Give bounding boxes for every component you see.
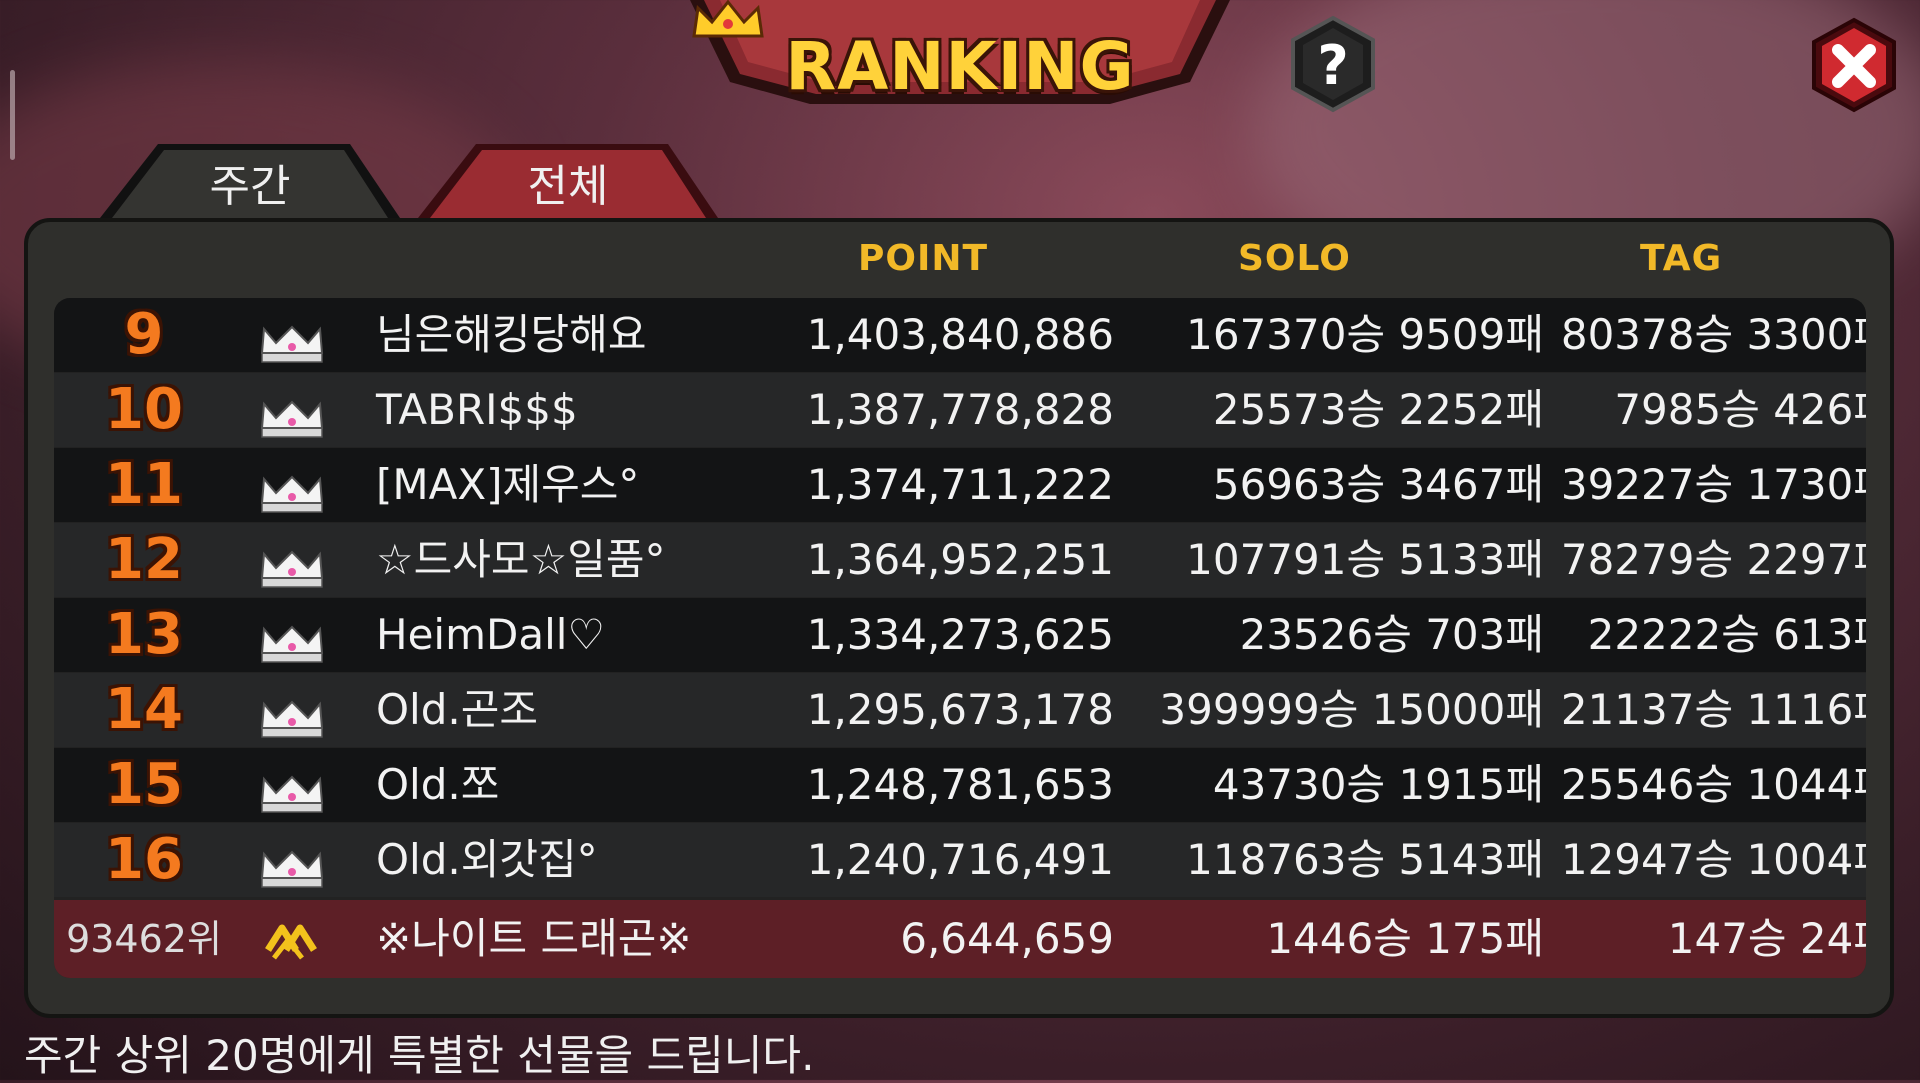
table-row[interactable]: 15 Old.쪼 1,248,781,653 43730승 1915패 25546승 1… xyxy=(54,748,1866,822)
player-point: 1,387,778,828 xyxy=(806,385,1114,434)
crown-icon xyxy=(252,764,332,813)
player-tag-record: 22222승 613패 xyxy=(1587,610,1866,659)
player-point: 1,374,711,222 xyxy=(806,460,1114,509)
rank-number: 10 xyxy=(105,377,183,442)
my-point: 6,644,659 xyxy=(900,914,1114,963)
table-row[interactable]: 13 HeimDall♡ 1,334,273,625 23526승 703패 22222… xyxy=(54,598,1866,672)
player-solo-record: 118763승 5143패 xyxy=(1186,835,1544,884)
my-rank: 93462위 xyxy=(66,917,222,961)
table-row[interactable]: 9 님은해킹당해요 1,403,840,886 167370승 9509패 80378승… xyxy=(54,298,1866,372)
my-rank-row[interactable]: 93462위 ※나이트 드래곤※ 6,644,659 1446승 175패 14… xyxy=(54,900,1866,978)
tab-all[interactable]: 전체 xyxy=(418,136,718,218)
ranking-list[interactable]: 9 님은해킹당해요 1,403,840,886 167370승 9509패 80378승… xyxy=(54,298,1866,978)
table-row[interactable]: 14 Old.곤조 1,295,673,178 399999승 15000패 21137… xyxy=(54,673,1866,747)
player-solo-record: 56963승 3467패 xyxy=(1212,460,1544,509)
column-header-solo: SOLO xyxy=(1238,238,1351,279)
player-name: Old.쪼 xyxy=(376,760,500,809)
tab-all-label: 전체 xyxy=(527,161,609,212)
player-solo-record: 25573승 2252패 xyxy=(1212,385,1544,434)
page-title: RANKING xyxy=(785,28,1135,105)
edge-indicator xyxy=(10,70,15,160)
rank-number: 12 xyxy=(105,527,183,592)
player-point: 1,334,273,625 xyxy=(806,610,1114,659)
rank-number: 11 xyxy=(105,452,183,517)
player-tag-record: 25546승 1044패 xyxy=(1560,760,1866,809)
crown-icon xyxy=(252,689,332,738)
player-tag-record: 39227승 1730패 xyxy=(1560,460,1866,509)
crown-icon xyxy=(252,314,332,363)
table-row[interactable]: 12 ☆드사모☆일품° 1,364,952,251 107791승 5133패 7827… xyxy=(54,523,1866,597)
rank-chevron-icon xyxy=(265,924,317,960)
player-solo-record: 23526승 703패 xyxy=(1239,610,1544,659)
rank-number: 16 xyxy=(105,827,183,892)
player-point: 1,403,840,886 xyxy=(806,310,1114,359)
player-solo-record: 107791승 5133패 xyxy=(1186,535,1544,584)
player-name: ☆드사모☆일품° xyxy=(376,535,666,584)
player-tag-record: 80378승 3300패 xyxy=(1560,310,1866,359)
player-tag-record: 78279승 2297패 xyxy=(1560,535,1866,584)
column-header-point: POINT xyxy=(858,238,989,279)
player-tag-record: 12947승 1004패 xyxy=(1560,835,1866,884)
player-name: TABRI$$$ xyxy=(376,385,578,434)
my-name: ※나이트 드래곤※ xyxy=(376,914,692,963)
crown-icon xyxy=(252,389,332,438)
rank-number: 15 xyxy=(105,752,183,817)
help-button[interactable]: ? xyxy=(1285,14,1381,114)
player-point: 1,248,781,653 xyxy=(806,760,1114,809)
player-point: 1,295,673,178 xyxy=(806,685,1114,734)
player-name: HeimDall♡ xyxy=(376,610,606,659)
crown-icon xyxy=(252,839,332,888)
tab-weekly[interactable]: 주간 xyxy=(100,136,400,218)
rank-number: 13 xyxy=(105,602,183,667)
my-tag: 147승 24패 xyxy=(1667,914,1866,963)
title-banner: RANKING xyxy=(690,0,1230,125)
close-button[interactable] xyxy=(1808,16,1900,114)
player-point: 1,364,952,251 xyxy=(806,535,1114,584)
rank-number: 9 xyxy=(124,302,164,367)
rank-number: 14 xyxy=(105,677,183,742)
player-point: 1,240,716,491 xyxy=(806,835,1114,884)
player-name: Old.외갓집° xyxy=(376,835,598,884)
crown-icon xyxy=(252,614,332,663)
crown-icon xyxy=(252,539,332,588)
player-name: Old.곤조 xyxy=(376,685,539,734)
tab-weekly-label: 주간 xyxy=(209,161,291,212)
table-row[interactable]: 10 TABRI$$$ 1,387,778,828 25573승 2252패 7985승… xyxy=(54,373,1866,447)
player-solo-record: 399999승 15000패 xyxy=(1159,685,1544,734)
my-solo: 1446승 175패 xyxy=(1266,914,1544,963)
player-solo-record: 167370승 9509패 xyxy=(1186,310,1544,359)
player-name: [MAX]제우스° xyxy=(376,460,640,509)
player-name: 님은해킹당해요 xyxy=(376,310,647,359)
player-solo-record: 43730승 1915패 xyxy=(1212,760,1544,809)
table-row[interactable]: 11 [MAX]제우스° 1,374,711,222 56963승 3467패 3922… xyxy=(54,448,1866,522)
player-tag-record: 21137승 1116패 xyxy=(1560,685,1866,734)
table-row[interactable]: 16 Old.외갓집° 1,240,716,491 118763승 5143패 1294… xyxy=(54,823,1866,897)
crown-icon xyxy=(252,464,332,513)
footer-notice: 주간 상위 20명에게 특별한 선물을 드립니다. xyxy=(24,1031,815,1080)
svg-text:?: ? xyxy=(1317,34,1348,97)
player-tag-record: 7985승 426패 xyxy=(1614,385,1866,434)
column-header-tag: TAG xyxy=(1640,238,1723,279)
close-icon xyxy=(1812,17,1896,113)
question-icon: ? xyxy=(1291,15,1375,113)
